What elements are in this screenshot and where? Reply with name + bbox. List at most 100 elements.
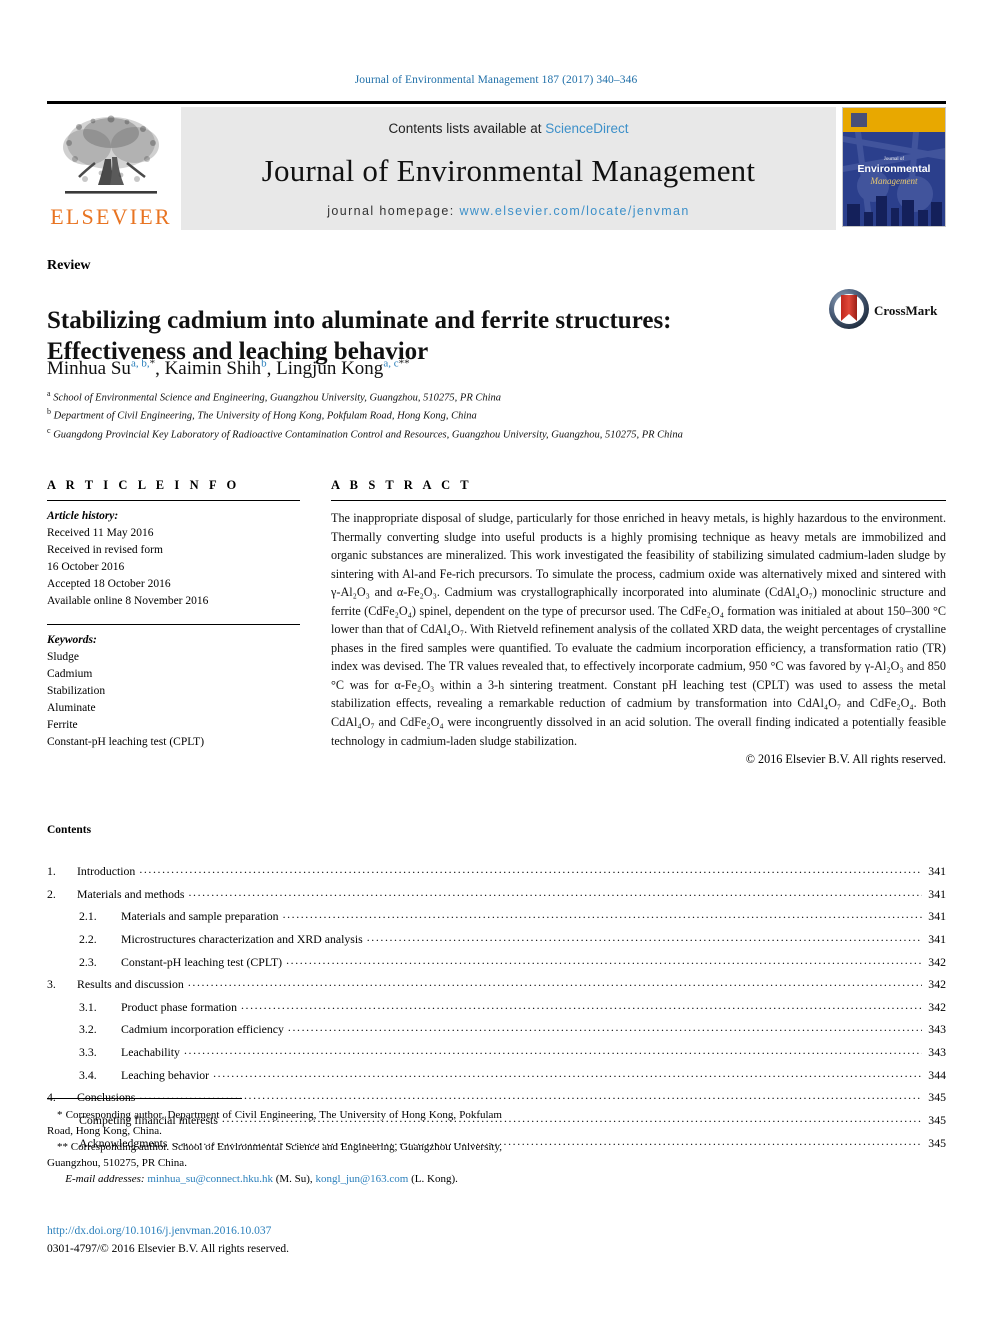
toc-page-number: 341 bbox=[928, 931, 946, 946]
toc-entry[interactable]: 3.3. Leachability ......................… bbox=[47, 1041, 946, 1064]
abstract-heading: A B S T R A C T bbox=[331, 478, 473, 492]
toc-number: 2.3. bbox=[79, 954, 97, 969]
journal-cover-thumbnail: Journal of Environmental Management bbox=[842, 107, 946, 227]
toc-entry[interactable]: 3. Results and discussion ..............… bbox=[47, 973, 946, 996]
keyword-item: Stabilization bbox=[47, 685, 106, 698]
abstract-rule bbox=[331, 500, 946, 501]
author-name: Lingjun Kong bbox=[276, 358, 384, 380]
toc-leader-dots: ........................................… bbox=[139, 1088, 922, 1103]
footnote-corresponding-secondary: ** Corresponding author. School of Envir… bbox=[47, 1140, 502, 1169]
article-info-rule bbox=[47, 500, 300, 501]
toc-entry[interactable]: 3.4. Leaching behavior .................… bbox=[47, 1064, 946, 1087]
author-name: Kaimin Shih bbox=[164, 358, 262, 380]
affiliation-list: a School of Environmental Science and En… bbox=[47, 388, 947, 443]
running-head-citation: Journal of Environmental Management 187 … bbox=[354, 74, 638, 86]
issn-copyright-line: 0301-4797/© 2016 Elsevier B.V. All right… bbox=[47, 1243, 290, 1256]
affiliation-item: a School of Environmental Science and En… bbox=[47, 388, 947, 406]
article-history-item: 16 October 2016 bbox=[47, 561, 125, 574]
keywords-rule bbox=[47, 624, 300, 626]
doi-link[interactable]: http://dx.doi.org/10.1016/j.jenvman.2016… bbox=[47, 1222, 289, 1240]
toc-entry[interactable]: 3.2. Cadmium incorporation efficiency ..… bbox=[47, 1018, 946, 1041]
toc-page-number: 342 bbox=[928, 977, 946, 992]
toc-number: 2. bbox=[47, 886, 56, 901]
article-history-block: Article history: Received 11 May 2016 Re… bbox=[47, 508, 300, 610]
toc-number: 1. bbox=[47, 864, 56, 878]
article-info-panel: A R T I C L E I N F O Article history: R… bbox=[47, 478, 300, 751]
author-corresponding-mark: ** bbox=[398, 358, 410, 370]
paper-title-line-1: Stabilizing cadmium into aluminate and f… bbox=[47, 306, 672, 334]
toc-entry[interactable]: 2.2. Microstructures characterization an… bbox=[47, 928, 946, 951]
keyword-item: Aluminate bbox=[47, 702, 96, 715]
affiliation-mark: c bbox=[47, 425, 51, 435]
toc-page-number: 342 bbox=[928, 999, 946, 1014]
author-separator: , bbox=[266, 358, 277, 380]
toc-page-number: 341 bbox=[928, 909, 946, 924]
svg-text:Journal of: Journal of bbox=[884, 157, 904, 162]
toc-label: Introduction bbox=[77, 864, 136, 878]
abstract-copyright: © 2016 Elsevier B.V. All rights reserved… bbox=[745, 752, 946, 767]
toc-label: Leaching behavior bbox=[121, 1067, 210, 1082]
contents-available-prefix: Contents lists available at bbox=[388, 121, 546, 136]
toc-page-number: 341 bbox=[928, 864, 946, 878]
affiliation-mark: b bbox=[47, 407, 51, 417]
email-link-primary[interactable]: minhua_su@connect.hku.hk bbox=[147, 1173, 273, 1185]
abstract-panel: A B S T R A C T The inappropriate dispos… bbox=[331, 478, 946, 767]
toc-label: Constant-pH leaching test (CPLT) bbox=[121, 954, 283, 969]
toc-entry[interactable]: 1. Introduction ........................… bbox=[47, 860, 946, 883]
journal-article-page: Journal of Environmental Management 187 … bbox=[0, 0, 992, 1323]
toc-leader-dots: ........................................… bbox=[282, 907, 922, 922]
toc-number: 2.2. bbox=[79, 931, 97, 946]
toc-label: Cadmium incorporation efficiency bbox=[121, 1022, 284, 1037]
toc-page-number: 343 bbox=[928, 1022, 946, 1037]
affiliation-text: Department of Civil Engineering, The Uni… bbox=[53, 410, 477, 422]
email-link-secondary[interactable]: kongl_jun@163.com bbox=[315, 1173, 408, 1185]
toc-entry[interactable]: 3.1. Product phase formation ...........… bbox=[47, 996, 946, 1019]
keywords-block: Keywords: Sludge Cadmium Stabilization A… bbox=[47, 632, 300, 751]
email-addresses-label: E-mail addresses: bbox=[65, 1172, 145, 1185]
elsevier-wordmark: ELSEVIER bbox=[50, 204, 172, 229]
toc-page-number: 345 bbox=[928, 1090, 946, 1105]
toc-number: 3.2. bbox=[79, 1022, 97, 1037]
toc-label: Microstructures characterization and XRD… bbox=[121, 931, 363, 946]
toc-label: Leachability bbox=[121, 1045, 180, 1060]
toc-page-number: 345 bbox=[928, 1113, 946, 1128]
toc-number: 3.4. bbox=[79, 1067, 97, 1082]
article-history-label: Article history: bbox=[47, 510, 119, 522]
toc-entry[interactable]: 2. Materials and methods ...............… bbox=[47, 883, 946, 906]
journal-homepage-link[interactable]: www.elsevier.com/locate/jenvman bbox=[459, 204, 689, 218]
author-entry: Minhua Sua, b,* bbox=[47, 358, 155, 379]
toc-entry[interactable]: 2.3. Constant-pH leaching test (CPLT) ..… bbox=[47, 951, 946, 974]
toc-entry[interactable]: 2.1. Materials and sample preparation ..… bbox=[47, 905, 946, 928]
toc-leader-dots: ........................................… bbox=[287, 1020, 922, 1035]
article-type-label: Review bbox=[47, 258, 91, 273]
toc-label: Product phase formation bbox=[121, 999, 237, 1014]
crossmark-icon bbox=[828, 288, 870, 335]
abstract-text: The inappropriate disposal of sludge, pa… bbox=[331, 511, 946, 748]
toc-number: 2.1. bbox=[79, 909, 97, 924]
footnote-block: * Corresponding author. Department of Ci… bbox=[47, 1108, 502, 1188]
author-name: Minhua Su bbox=[47, 358, 131, 380]
article-history-item: Accepted 18 October 2016 bbox=[47, 578, 171, 591]
footnote-emails: E-mail addresses: minhua_su@connect.hku.… bbox=[47, 1172, 502, 1188]
crossmark-badge[interactable]: CrossMark bbox=[828, 288, 946, 334]
affiliation-mark: a bbox=[47, 389, 51, 398]
keyword-item: Sludge bbox=[47, 651, 79, 664]
affiliation-item: b Department of Civil Engineering, The U… bbox=[47, 406, 947, 424]
keyword-item: Ferrite bbox=[47, 719, 78, 732]
toc-leader-dots: ........................................… bbox=[139, 862, 922, 876]
crossmark-label: CrossMark bbox=[874, 303, 938, 318]
article-history-item: Received in revised form bbox=[47, 544, 163, 557]
toc-label: Results and discussion bbox=[77, 977, 184, 992]
toc-leader-dots: ........................................… bbox=[366, 929, 922, 944]
toc-page-number: 341 bbox=[928, 886, 946, 901]
author-affiliation-marks: a, c bbox=[383, 358, 399, 370]
affiliation-text: School of Environmental Science and Engi… bbox=[53, 392, 502, 404]
footnote-corresponding-primary: * Corresponding author. Department of Ci… bbox=[47, 1109, 502, 1137]
toc-label: Materials and methods bbox=[77, 886, 185, 901]
article-history-item: Available online 8 November 2016 bbox=[47, 595, 209, 608]
toc-page-number: 343 bbox=[928, 1045, 946, 1060]
sciencedirect-link[interactable]: ScienceDirect bbox=[545, 121, 628, 136]
svg-text:Environmental: Environmental bbox=[858, 163, 931, 175]
affiliation-text: Guangdong Provincial Key Laboratory of R… bbox=[53, 429, 683, 441]
toc-leader-dots: ........................................… bbox=[286, 952, 922, 967]
